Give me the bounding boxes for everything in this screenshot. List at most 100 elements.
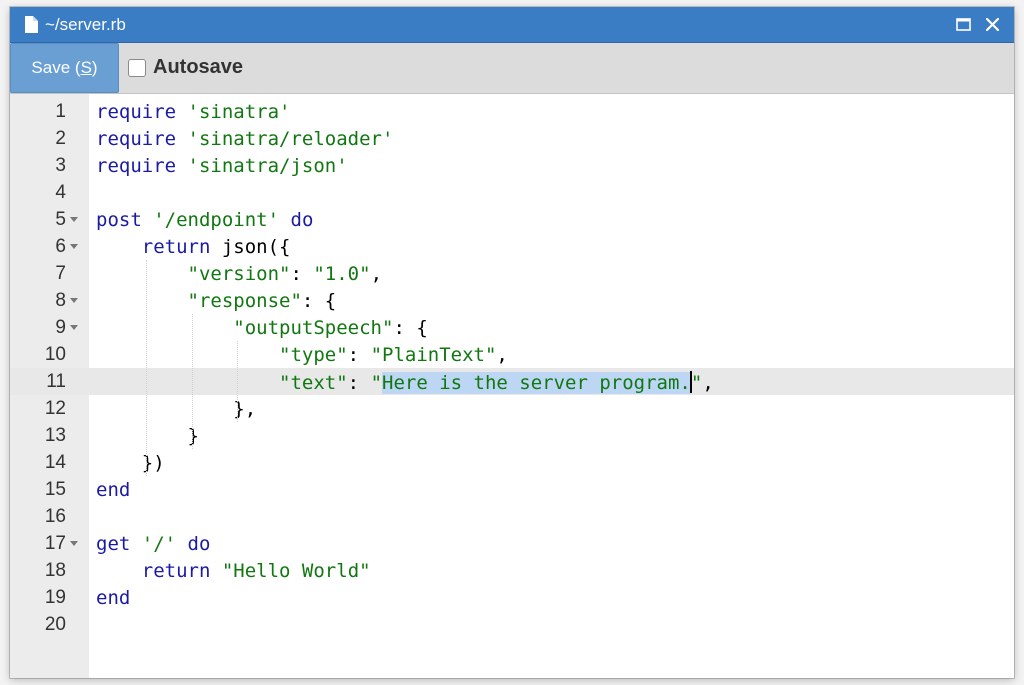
code-line[interactable]: 15 end bbox=[10, 476, 1014, 503]
code-token: get bbox=[96, 533, 142, 555]
code-line[interactable]: 3 require 'sinatra/json' bbox=[10, 152, 1014, 179]
code-line[interactable]: 7 "version": "1.0", bbox=[10, 260, 1014, 287]
line-number: 14 bbox=[44, 452, 66, 473]
toolbar: Save (S) Autosave bbox=[10, 43, 1014, 94]
code-line[interactable]: 1 require 'sinatra' bbox=[10, 98, 1014, 125]
code-line[interactable]: 13 } bbox=[10, 422, 1014, 449]
selected-text: Here is the server program. bbox=[382, 372, 691, 394]
line-number: 8 bbox=[55, 290, 66, 311]
line-number: 15 bbox=[44, 479, 66, 500]
code-line[interactable]: 4 bbox=[10, 179, 1014, 206]
code-line[interactable]: 17 get '/' do bbox=[10, 530, 1014, 557]
code-token: require bbox=[96, 101, 188, 123]
code-token: , bbox=[496, 344, 508, 366]
code-token: } bbox=[96, 425, 199, 447]
title-bar: ~/server.rb bbox=[10, 7, 1014, 43]
code-token: require bbox=[96, 128, 188, 150]
line-number: 18 bbox=[44, 560, 66, 581]
code-token: "Hello World" bbox=[221, 560, 371, 582]
code-token: "text" bbox=[279, 372, 348, 394]
line-number: 4 bbox=[55, 182, 66, 203]
save-shortcut-key: S bbox=[80, 58, 92, 77]
fold-arrow-icon[interactable] bbox=[70, 244, 78, 249]
code-token: 'sinatra' bbox=[187, 101, 291, 123]
code-line[interactable]: 11 "text": "Here is the server program."… bbox=[10, 368, 1014, 395]
code-editor[interactable]: 1 require 'sinatra' 2 require 'sinatra/relo… bbox=[10, 94, 1014, 678]
code-text: return json({ bbox=[96, 236, 291, 258]
maximize-icon[interactable] bbox=[955, 16, 972, 33]
line-number: 9 bbox=[55, 317, 66, 338]
line-number: 13 bbox=[44, 425, 66, 446]
code-token: "outputSpeech" bbox=[233, 317, 394, 339]
code-text: end bbox=[96, 479, 130, 501]
line-number: 5 bbox=[55, 209, 66, 230]
save-label: Save ( bbox=[31, 58, 81, 77]
fold-arrow-icon[interactable] bbox=[70, 217, 78, 222]
code-token: do bbox=[290, 209, 314, 231]
code-token: : { bbox=[393, 317, 428, 339]
code-text: "text": "Here is the server program.", bbox=[96, 371, 714, 394]
code-text: }) bbox=[96, 452, 165, 474]
close-icon[interactable] bbox=[984, 16, 1001, 33]
code-token: "response" bbox=[187, 290, 302, 312]
code-line[interactable]: 10 "type": "PlainText", bbox=[10, 341, 1014, 368]
line-number: 3 bbox=[55, 155, 66, 176]
autosave-checkbox[interactable] bbox=[128, 59, 146, 77]
code-line[interactable]: 9 "outputSpeech": { bbox=[10, 314, 1014, 341]
code-text: post '/endpoint' do bbox=[96, 209, 313, 231]
fold-arrow-icon[interactable] bbox=[70, 298, 78, 303]
code-token: }, bbox=[96, 398, 257, 420]
code-token: "type" bbox=[279, 344, 348, 366]
fold-arrow-icon[interactable] bbox=[70, 325, 78, 330]
code-line[interactable]: 8 "response": { bbox=[10, 287, 1014, 314]
window-title: ~/server.rb bbox=[45, 15, 126, 34]
code-token: , bbox=[702, 372, 714, 394]
editor-window: ~/server.rb Save (S) Autosave 1 require '… bbox=[10, 7, 1014, 678]
code-line[interactable]: 6 return json({ bbox=[10, 233, 1014, 260]
code-text: require 'sinatra/json' bbox=[96, 155, 348, 177]
line-number: 16 bbox=[44, 506, 66, 527]
code-token: : bbox=[347, 344, 371, 366]
code-text: "type": "PlainText", bbox=[96, 344, 508, 366]
code-token: : bbox=[347, 372, 371, 394]
document-icon bbox=[25, 16, 38, 33]
line-number: 20 bbox=[44, 614, 66, 635]
code-line[interactable]: 18 return "Hello World" bbox=[10, 557, 1014, 584]
code-token: : bbox=[290, 263, 314, 285]
code-token: return bbox=[141, 236, 211, 258]
code-token: json({ bbox=[210, 236, 291, 258]
line-number: 12 bbox=[44, 398, 66, 419]
code-token: do bbox=[187, 533, 211, 555]
code-line[interactable]: 12 }, bbox=[10, 395, 1014, 422]
code-text: require 'sinatra' bbox=[96, 101, 290, 123]
line-number: 11 bbox=[46, 371, 66, 392]
code-line[interactable]: 14 }) bbox=[10, 449, 1014, 476]
save-button[interactable]: Save (S) bbox=[10, 43, 119, 93]
code-token: "1.0" bbox=[313, 263, 371, 285]
code-text: return "Hello World" bbox=[96, 560, 371, 582]
code-line[interactable]: 2 require 'sinatra/reloader' bbox=[10, 125, 1014, 152]
indent-guide bbox=[237, 341, 239, 422]
line-number: 6 bbox=[55, 236, 66, 257]
code-line[interactable]: 20 bbox=[10, 611, 1014, 638]
code-text: "response": { bbox=[96, 290, 337, 312]
autosave-label[interactable]: Autosave bbox=[153, 56, 243, 79]
code-token: , bbox=[370, 263, 383, 285]
code-token: "version" bbox=[187, 263, 291, 285]
fold-arrow-icon[interactable] bbox=[70, 541, 78, 546]
code-line[interactable]: 5 post '/endpoint' do bbox=[10, 206, 1014, 233]
code-token: post bbox=[96, 209, 154, 231]
save-label-close: ) bbox=[91, 58, 98, 77]
line-number: 2 bbox=[55, 128, 66, 149]
code-token: }) bbox=[96, 452, 165, 474]
code-line[interactable]: 19 end bbox=[10, 584, 1014, 611]
line-number: 7 bbox=[55, 263, 66, 284]
code-line[interactable]: 16 bbox=[10, 503, 1014, 530]
